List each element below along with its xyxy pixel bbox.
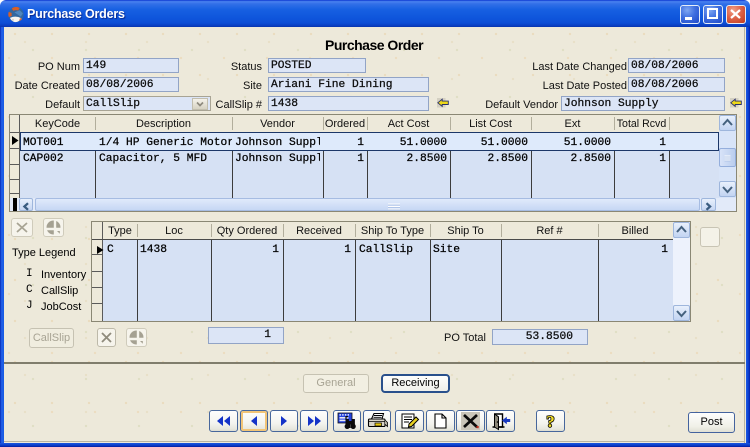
- svg-text:?: ?: [546, 412, 555, 431]
